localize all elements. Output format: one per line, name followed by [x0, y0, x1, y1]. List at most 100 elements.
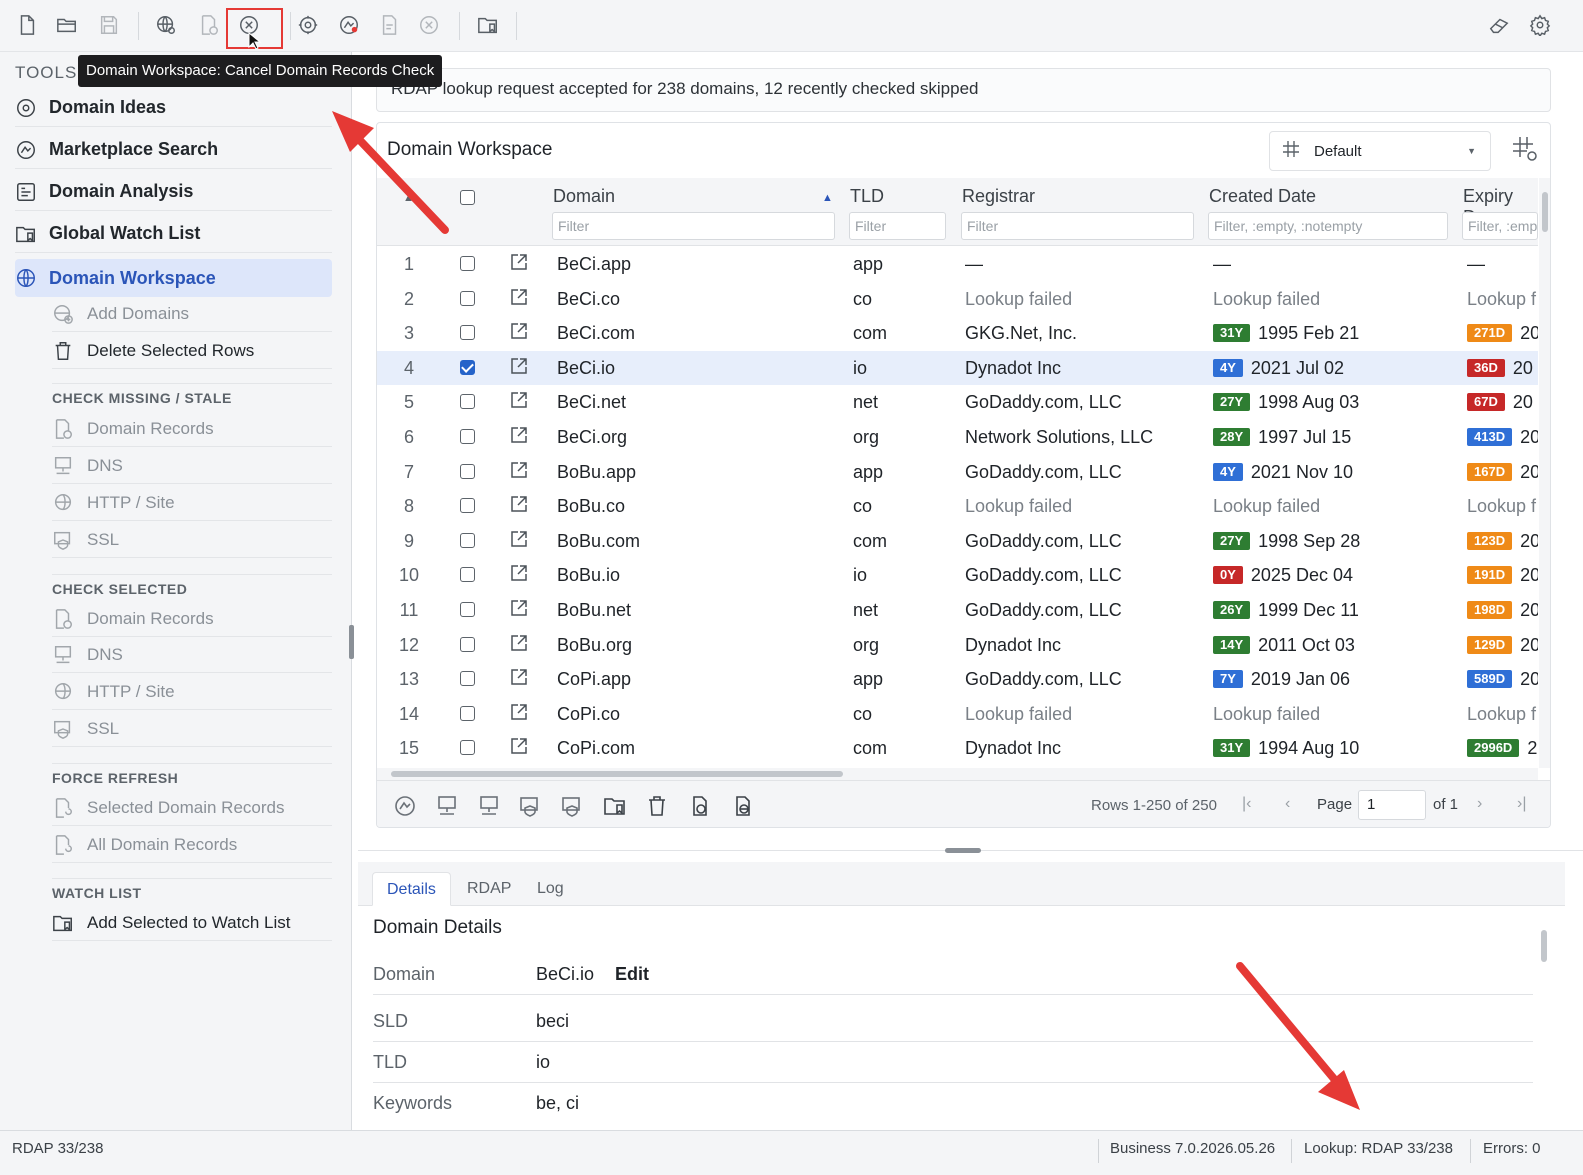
sidebar-action-missing-ssl[interactable]: SSL [52, 522, 332, 558]
sidebar-action-refresh-selected[interactable]: Selected Domain Records [52, 790, 332, 826]
table-row[interactable]: 10 BoBu.io io GoDaddy.com, LLC 0Y 2025 Dec 04… [377, 558, 1538, 593]
table-row[interactable]: 9 BoBu.com com GoDaddy.com, LLC 27Y 1998 Sep … [377, 524, 1538, 559]
table-row[interactable]: 11 BoBu.net net GoDaddy.com, LLC 26Y 1999 Dec… [377, 593, 1538, 628]
new-icon[interactable] [12, 10, 42, 40]
grid-vertical-scrollbar[interactable] [1539, 178, 1550, 768]
sidebar-action-add-to-watch-list[interactable]: Add Selected to Watch List [52, 905, 332, 941]
sidebar-resize-handle[interactable] [349, 625, 354, 659]
trash-icon[interactable] [645, 794, 669, 818]
row-checkbox[interactable] [460, 359, 475, 375]
open-external-icon[interactable] [509, 252, 529, 272]
open-external-icon[interactable] [509, 667, 529, 687]
scrollbar-thumb[interactable] [391, 771, 843, 777]
marketplace-icon[interactable] [393, 794, 417, 818]
last-page-icon[interactable]: ›| [1517, 795, 1526, 813]
table-row[interactable]: 15 CoPi.com com Dynadot Inc 31Y 1994 Aug 10 29… [377, 731, 1538, 766]
domain-records-icon[interactable] [194, 10, 224, 40]
copy-globe-icon[interactable] [687, 794, 711, 818]
column-header-tld[interactable]: TLD [850, 186, 884, 207]
open-external-icon[interactable] [509, 425, 529, 445]
table-row[interactable]: 2 BeCi.co co Lookup failed Lookup failed Look… [377, 282, 1538, 317]
open-external-icon[interactable] [509, 321, 529, 341]
open-external-icon[interactable] [509, 494, 529, 514]
table-row[interactable]: 5 BeCi.net net GoDaddy.com, LLC 27Y 1998 Aug … [377, 385, 1538, 420]
table-row[interactable]: 8 BoBu.co co Lookup failed Lookup failed Look… [377, 489, 1538, 524]
row-checkbox[interactable] [460, 532, 475, 548]
watchlist-folder-icon[interactable] [473, 10, 503, 40]
registrar-filter-input[interactable]: Filter [961, 212, 1194, 240]
monitor-network-icon[interactable] [435, 794, 459, 818]
previous-page-icon[interactable]: ‹ [1285, 795, 1290, 813]
open-external-icon[interactable] [509, 702, 529, 722]
open-external-icon[interactable] [509, 356, 529, 376]
sidebar-action-selected-dns[interactable]: DNS [52, 637, 332, 673]
globe-search-icon[interactable] [151, 10, 181, 40]
table-row[interactable]: 3 BeCi.com com GKG.Net, Inc. 31Y 1995 Feb 21 2… [377, 316, 1538, 351]
row-checkbox[interactable] [460, 705, 475, 721]
sidebar-action-missing-dns[interactable]: DNS [52, 448, 332, 484]
sidebar-action-selected-domain-records[interactable]: Domain Records [52, 601, 332, 637]
sidebar-action-missing-http-site[interactable]: HTTP / Site [52, 485, 332, 521]
page-number-input[interactable]: 1 [1358, 790, 1426, 820]
sidebar-action-refresh-all[interactable]: All Domain Records [52, 827, 332, 863]
sidebar-action-selected-ssl[interactable]: SSL [52, 711, 332, 747]
column-header-domain[interactable]: Domain [553, 186, 615, 207]
next-page-icon[interactable]: › [1477, 795, 1482, 813]
row-checkbox[interactable] [460, 256, 475, 271]
eraser-icon[interactable] [1484, 10, 1514, 40]
open-external-icon[interactable] [509, 529, 529, 549]
open-folder-icon[interactable] [52, 10, 82, 40]
grid-settings-icon[interactable] [1511, 135, 1539, 163]
cancel-circle-icon[interactable] [414, 10, 444, 40]
table-row[interactable]: 4 BeCi.io io Dynadot Inc 4Y 2021 Jul 02 36D 20 [377, 350, 1538, 386]
row-checkbox[interactable] [460, 325, 475, 341]
tab-log[interactable]: Log [523, 872, 578, 906]
open-external-icon[interactable] [509, 460, 529, 480]
details-scrollbar[interactable] [1538, 918, 1550, 1108]
watchlist-folder-icon[interactable] [603, 794, 627, 818]
open-external-icon[interactable] [509, 287, 529, 307]
table-row[interactable]: 1 BeCi.app app — — — [377, 247, 1538, 282]
row-checkbox[interactable] [460, 567, 475, 583]
first-page-icon[interactable]: |‹ [1242, 795, 1251, 813]
save-icon[interactable] [94, 10, 124, 40]
row-checkbox[interactable] [460, 602, 475, 617]
select-all-checkbox[interactable] [460, 190, 475, 205]
scrollbar-thumb[interactable] [1541, 930, 1547, 962]
sidebar-item-domain-analysis[interactable]: Domain Analysis [15, 173, 332, 211]
edit-button[interactable]: Edit [615, 964, 649, 985]
marketplace-icon[interactable] [334, 10, 364, 40]
ssl-certificate-icon[interactable] [518, 794, 542, 818]
column-header-created-date[interactable]: Created Date [1209, 186, 1316, 207]
table-row[interactable]: 14 CoPi.co co Lookup failed Lookup failed Loo… [377, 697, 1538, 732]
tld-filter-input[interactable]: Filter [849, 212, 946, 240]
open-external-icon[interactable] [509, 598, 529, 618]
sidebar-action-add-domains[interactable]: Add Domains [52, 296, 332, 332]
ssl-certificate-icon[interactable] [560, 794, 584, 818]
tab-details[interactable]: Details [372, 872, 451, 906]
open-external-icon[interactable] [509, 633, 529, 653]
row-checkbox[interactable] [460, 394, 475, 410]
row-checkbox[interactable] [460, 498, 475, 514]
domain-filter-input[interactable]: Filter [552, 212, 835, 240]
export-globe-icon[interactable] [730, 794, 754, 818]
row-checkbox[interactable] [460, 636, 475, 652]
sidebar-item-global-watch-list[interactable]: Global Watch List [15, 215, 332, 253]
sidebar-item-domain-workspace[interactable]: Domain Workspace [15, 259, 332, 297]
expiry-filter-input[interactable]: Filter, :emp [1462, 212, 1538, 240]
open-external-icon[interactable] [509, 563, 529, 583]
tab-rdap[interactable]: RDAP [453, 872, 525, 906]
open-external-icon[interactable] [509, 736, 529, 756]
table-row[interactable]: 7 BoBu.app app GoDaddy.com, LLC 4Y 2021 Nov 1… [377, 455, 1538, 490]
view-select[interactable]: Default ▼ [1269, 131, 1491, 171]
sidebar-item-domain-ideas[interactable]: Domain Ideas [15, 89, 332, 127]
row-checkbox[interactable] [460, 290, 475, 306]
settings-gear-icon[interactable] [1525, 10, 1555, 40]
open-external-icon[interactable] [509, 390, 529, 410]
panel-resize-handle[interactable] [945, 848, 981, 853]
table-row[interactable]: 6 BeCi.org org Network Solutions, LLC 28Y 199… [377, 420, 1538, 455]
grid-horizontal-scrollbar[interactable] [377, 768, 1538, 780]
sidebar-item-marketplace-search[interactable]: Marketplace Search [15, 131, 332, 169]
sidebar-action-selected-http-site[interactable]: HTTP / Site [52, 674, 332, 710]
column-header-registrar[interactable]: Registrar [962, 186, 1035, 207]
